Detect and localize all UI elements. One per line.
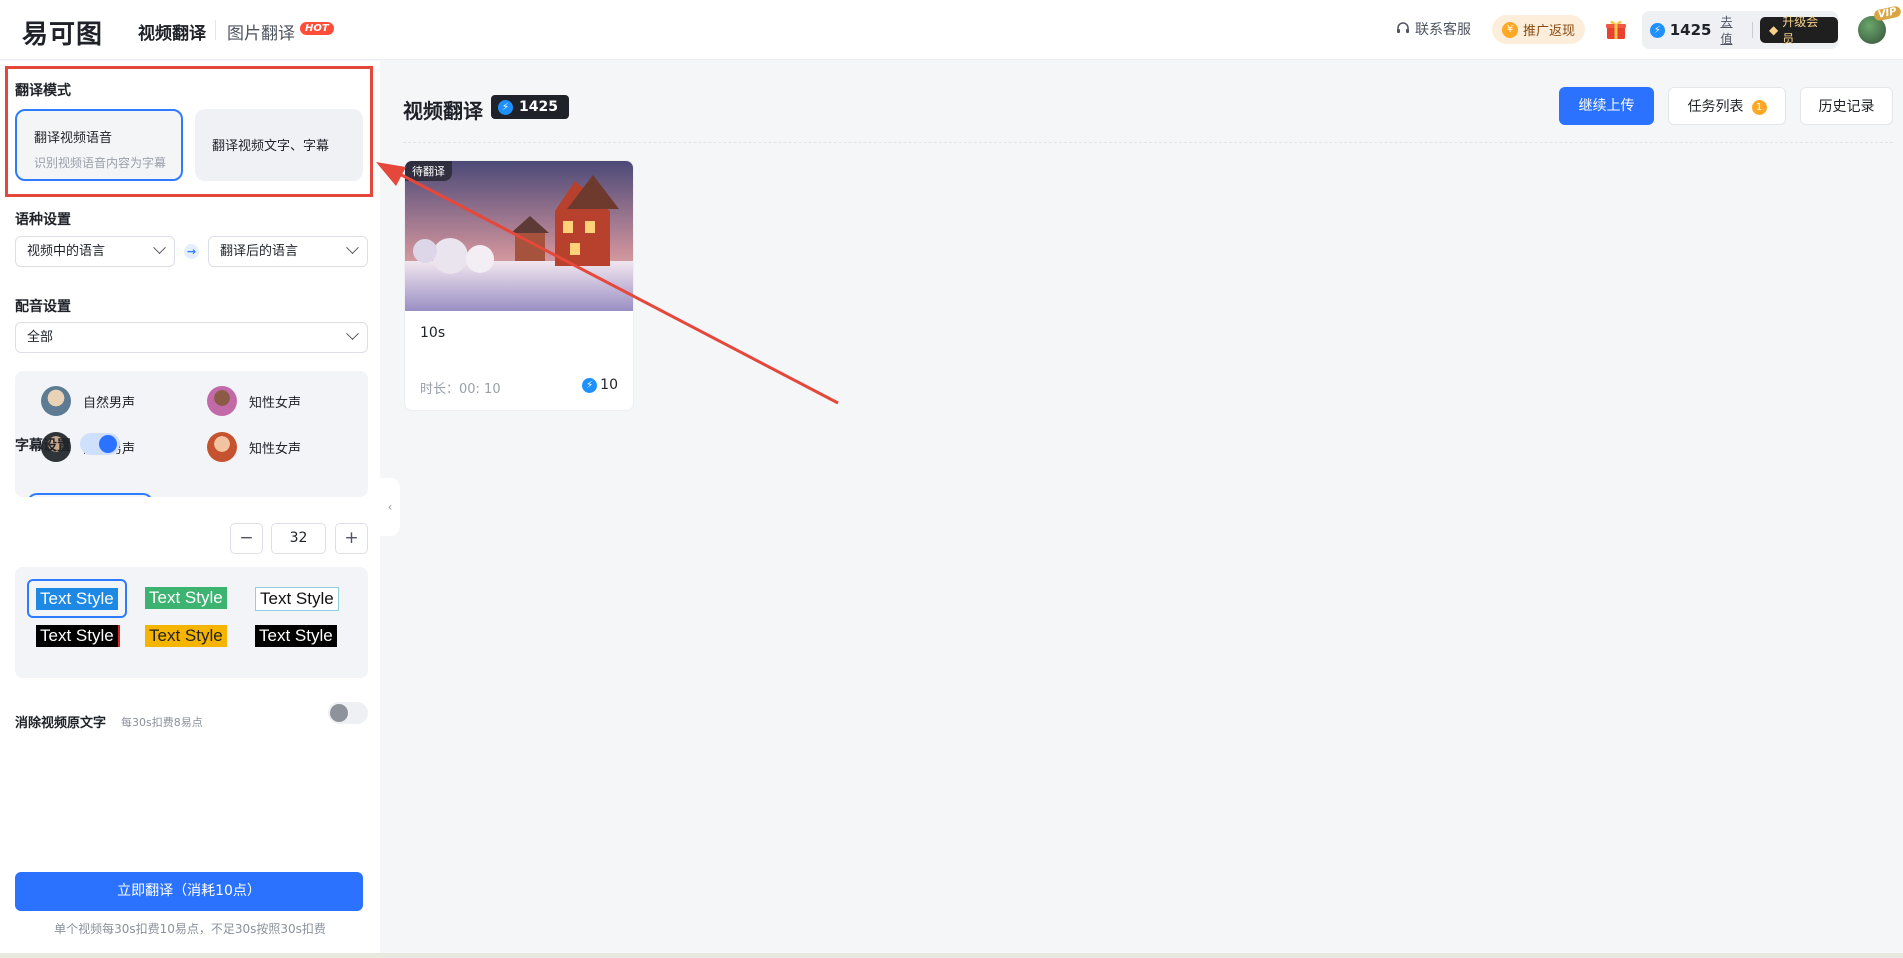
subtitle-section-title: 字幕设置 <box>15 438 71 454</box>
font-size-decrease-button[interactable]: − <box>230 523 263 554</box>
toggle-knob <box>99 435 117 453</box>
hot-badge: HOT <box>300 22 334 35</box>
billing-hint: 单个视频每30s扣费10易点，不足30s按照30s扣费 <box>54 922 326 936</box>
credit-badge-value: 1425 <box>519 99 558 115</box>
chevron-down-icon <box>346 327 359 341</box>
toggle-knob <box>330 704 348 722</box>
text-style-option[interactable]: Text Style <box>255 587 339 611</box>
credit-badge: ⚡ 1425 <box>491 95 569 119</box>
divider <box>403 142 1893 143</box>
text-style-option[interactable]: Text Style <box>36 625 120 647</box>
voice-option[interactable]: 自然男声 <box>41 386 135 416</box>
female-avatar-icon <box>207 386 237 416</box>
top-bar: 易可图 视频翻译 图片翻译 HOT 联系客服 ¥ 推广返现 ⚡ 1425 去值 … <box>0 0 1903 60</box>
chevron-left-icon: ‹ <box>387 500 393 514</box>
window-bottom-edge <box>0 953 1903 958</box>
text-style-option[interactable]: Text Style <box>36 588 118 610</box>
collapse-panel-button[interactable]: ‹ <box>380 478 400 536</box>
video-cost: ⚡ 10 <box>582 377 618 393</box>
voice-option[interactable]: 知性女声 <box>207 432 301 462</box>
font-size-input[interactable]: 32 <box>271 523 326 554</box>
video-duration: 时长：00: 10 <box>420 382 501 397</box>
female-avatar-icon <box>207 432 237 462</box>
target-language-select[interactable]: 翻译后的语言 <box>208 236 368 267</box>
promo-label: 推广返现 <box>1523 24 1576 39</box>
video-name: 10s <box>420 325 446 341</box>
continue-upload-button[interactable]: 继续上传 <box>1559 87 1654 125</box>
voice-label: 自然男声 <box>83 395 136 411</box>
erase-text-toggle[interactable] <box>328 702 368 724</box>
source-language-select[interactable]: 视频中的语言 <box>15 236 175 267</box>
task-list-label: 任务列表 <box>1687 99 1744 115</box>
task-count-badge: 1 <box>1751 100 1767 115</box>
lightning-icon: ⚡ <box>498 99 513 115</box>
erase-text-hint: 每30s扣费8易点 <box>121 716 203 729</box>
voice-option[interactable]: 知性女声 <box>207 386 301 416</box>
lightning-icon: ⚡ <box>1650 22 1665 38</box>
upgrade-vip-button[interactable]: ◆ 升级会员 <box>1759 15 1838 46</box>
source-language-placeholder: 视频中的语言 <box>27 244 106 259</box>
arrow-right-icon: → <box>184 244 199 259</box>
headset-icon <box>1397 22 1409 33</box>
gift-icon[interactable] <box>1604 17 1628 41</box>
annotation-highlight-box <box>5 66 373 197</box>
page-title: 视频翻译 <box>403 99 483 123</box>
male-avatar-icon <box>41 386 71 416</box>
lightning-icon: ⚡ <box>582 377 598 393</box>
recharge-link[interactable]: 去值 <box>1720 13 1744 47</box>
upgrade-label: 升级会员 <box>1782 15 1819 46</box>
app-logo[interactable]: 易可图 <box>22 14 103 51</box>
voice-selection-outline <box>27 493 153 497</box>
text-style-option[interactable]: Text Style <box>145 587 227 609</box>
coin-icon: ¥ <box>1502 21 1518 38</box>
task-list-button[interactable]: 任务列表 1 <box>1668 87 1786 125</box>
support-link[interactable]: 联系客服 <box>1396 19 1471 39</box>
text-style-option[interactable]: Text Style <box>145 625 227 647</box>
chevron-down-icon <box>153 241 166 255</box>
video-thumbnail <box>405 161 633 311</box>
promo-cashback-button[interactable]: ¥ 推广返现 <box>1492 15 1586 44</box>
voice-filter-value: 全部 <box>27 330 54 345</box>
language-section-title: 语种设置 <box>15 212 71 228</box>
nav-divider <box>215 20 216 40</box>
video-card[interactable]: 待翻译 10s 时长：00: 10 ⚡ 10 <box>404 160 634 411</box>
tab-image-translate[interactable]: 图片翻译 <box>227 19 295 44</box>
translate-now-button[interactable]: 立即翻译（消耗10点） <box>15 872 363 911</box>
font-size-increase-button[interactable]: + <box>335 523 368 554</box>
video-cost-value: 10 <box>600 377 618 393</box>
support-label: 联系客服 <box>1415 22 1471 38</box>
history-button[interactable]: 历史记录 <box>1800 87 1893 125</box>
text-style-grid: Text Style Text Style Text Style Text St… <box>15 567 368 678</box>
chevron-down-icon <box>346 241 359 255</box>
voice-label: 知性女声 <box>249 441 302 457</box>
voice-label: 知性女声 <box>249 395 302 411</box>
status-badge: 待翻译 <box>405 161 452 181</box>
credit-box: ⚡ 1425 去值 ◆ 升级会员 <box>1642 11 1838 49</box>
credit-balance: 1425 <box>1669 21 1712 39</box>
target-language-placeholder: 翻译后的语言 <box>220 244 299 259</box>
text-style-option[interactable]: Text Style <box>255 625 337 647</box>
vip-badge: VIP <box>1873 5 1902 22</box>
erase-text-label: 消除视频原文字 <box>15 716 107 731</box>
voice-filter-select[interactable]: 全部 <box>15 322 368 353</box>
voice-list: 自然男声 知性女声 沉稳男声 知性女声 <box>15 371 368 497</box>
diamond-icon: ◆ <box>1768 23 1779 37</box>
tab-video-translate[interactable]: 视频翻译 <box>138 19 206 44</box>
subtitle-toggle[interactable] <box>80 433 120 455</box>
dubbing-section-title: 配音设置 <box>15 299 71 315</box>
divider <box>1751 22 1753 38</box>
